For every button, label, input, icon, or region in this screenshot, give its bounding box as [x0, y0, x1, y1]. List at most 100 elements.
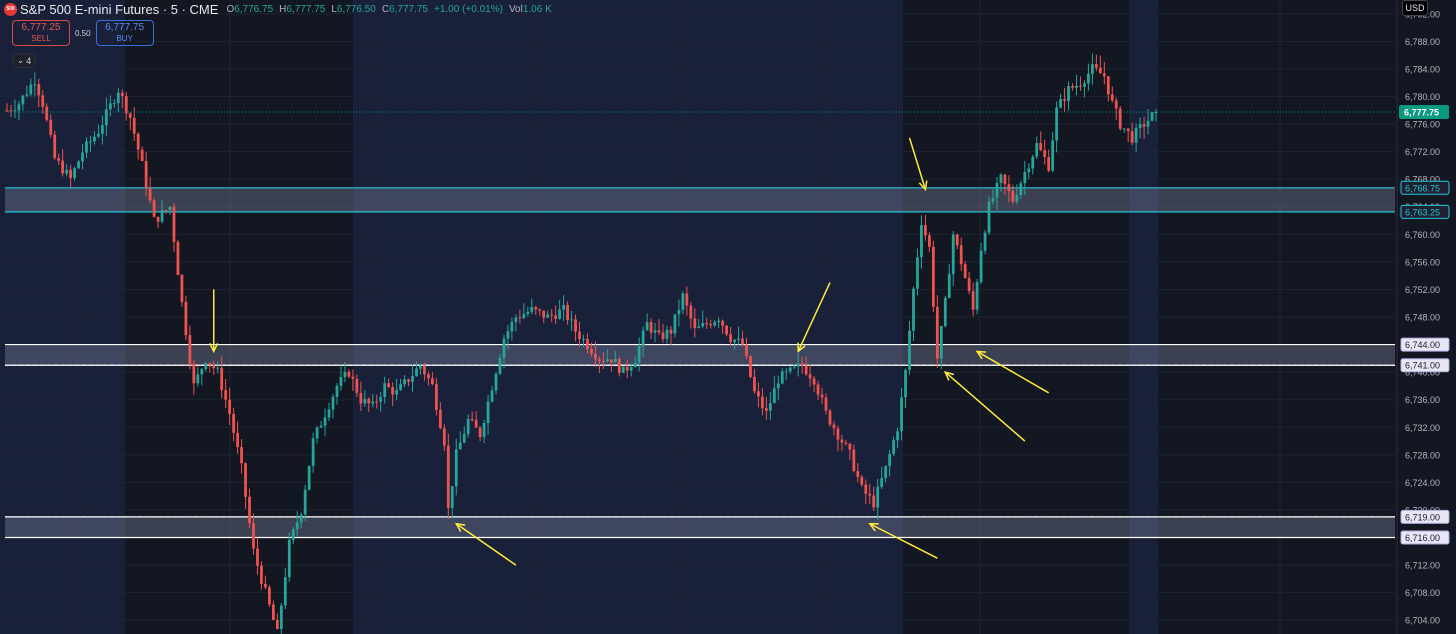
high-value: 6,777.75 — [286, 3, 326, 15]
candle-body — [502, 338, 506, 359]
candle-body — [749, 356, 752, 377]
candle-body — [924, 224, 927, 236]
price-tick-label: 6,736.00 — [1405, 395, 1440, 405]
candle-body — [244, 463, 247, 497]
candle-body — [200, 369, 204, 375]
candle-body — [1122, 128, 1126, 130]
price-chart[interactable]: 6,792.006,788.006,784.006,780.006,776.00… — [0, 0, 1456, 634]
candle-body — [570, 319, 573, 321]
candle-body — [21, 95, 25, 105]
candle-body — [518, 317, 522, 319]
candle-body — [896, 431, 899, 441]
candle-body — [462, 433, 466, 443]
candle-body — [152, 200, 156, 217]
candle-body — [685, 293, 689, 306]
buy-button[interactable]: 6,777.75 BUY — [95, 20, 154, 46]
candle-body — [498, 358, 502, 374]
sell-label: SELL — [31, 34, 51, 43]
candle-body — [538, 309, 542, 311]
candle-body — [999, 174, 1003, 183]
candle-body — [669, 329, 673, 334]
candle-body — [1059, 99, 1062, 108]
candle-body — [582, 338, 585, 340]
candle-body — [641, 330, 645, 347]
candle-body — [1071, 86, 1074, 88]
candle-body — [510, 321, 514, 332]
candle-body — [705, 323, 709, 325]
candle-body — [331, 396, 335, 410]
candle-body — [689, 305, 693, 319]
symbol-title[interactable]: S&P 500 E-mini Futures · 5 · CME — [20, 2, 218, 17]
candle-body — [713, 322, 717, 326]
candle-body — [562, 304, 566, 310]
candle-body — [991, 197, 995, 202]
candle-body — [335, 386, 339, 397]
candle-body — [931, 246, 935, 307]
candle-body — [1079, 85, 1082, 87]
candle-body — [701, 323, 705, 327]
candle-body — [506, 331, 510, 339]
sell-button[interactable]: 6,777.25 SELL — [12, 20, 70, 46]
candle-body — [1110, 94, 1114, 101]
candle-body — [291, 529, 295, 540]
candle-body — [594, 353, 597, 360]
currency-selector[interactable]: USD — [1402, 0, 1428, 16]
candle-body — [1134, 127, 1138, 143]
candle-body — [144, 161, 148, 188]
price-tick-label: 6,784.00 — [1405, 64, 1440, 74]
symbol-logo-icon: 500 — [4, 2, 17, 16]
candle-body — [208, 362, 212, 366]
candle-body — [721, 320, 725, 326]
candle-body — [81, 152, 84, 162]
candle-body — [327, 409, 331, 418]
candle-body — [657, 330, 661, 333]
candle-body — [534, 307, 538, 310]
candle-body — [470, 418, 474, 421]
volume-value: 1.06 K — [522, 3, 552, 15]
candle-body — [872, 495, 876, 508]
candle-body — [1091, 64, 1094, 74]
candle-body — [737, 338, 740, 340]
candle-body — [399, 384, 402, 391]
candle-body — [1150, 112, 1154, 121]
candle-body — [848, 443, 852, 450]
candle-body — [168, 206, 172, 211]
candle-body — [1011, 190, 1015, 202]
candle-body — [1027, 168, 1031, 173]
candle-body — [904, 370, 907, 398]
candle-body — [37, 84, 41, 96]
indicators-toggle[interactable]: ⌄ 4 — [12, 53, 36, 68]
candle-body — [172, 206, 176, 242]
candle-body — [124, 96, 128, 114]
zone-price-label: 6,744.00 — [1405, 340, 1440, 350]
candle-body — [252, 523, 255, 549]
candle-body — [768, 403, 772, 411]
candle-body — [908, 330, 911, 371]
candle-body — [474, 420, 478, 428]
candle-body — [836, 428, 840, 440]
candle-body — [391, 386, 395, 395]
candle-body — [427, 374, 430, 379]
candle-body — [33, 84, 37, 86]
candle-body — [164, 209, 168, 211]
candle-body — [136, 133, 140, 150]
candle-body — [295, 522, 299, 530]
candle-body — [423, 365, 426, 375]
price-tick-label: 6,748.00 — [1405, 313, 1440, 323]
candle-body — [73, 168, 76, 179]
candle-body — [216, 367, 220, 369]
candle-body — [1019, 183, 1023, 196]
candle-body — [741, 338, 744, 345]
candle-body — [248, 496, 251, 524]
price-axis[interactable]: 6,792.006,788.006,784.006,780.006,776.00… — [1396, 0, 1456, 634]
candle-body — [271, 604, 275, 620]
candle-body — [625, 366, 629, 371]
candle-body — [951, 234, 955, 275]
candle-body — [1007, 184, 1011, 191]
candle-body — [486, 401, 490, 423]
candle-body — [188, 335, 192, 364]
price-tick-label: 6,728.00 — [1405, 450, 1440, 460]
buy-label: BUY — [116, 34, 133, 43]
candle-body — [446, 445, 450, 509]
price-tick-label: 6,752.00 — [1405, 285, 1440, 295]
